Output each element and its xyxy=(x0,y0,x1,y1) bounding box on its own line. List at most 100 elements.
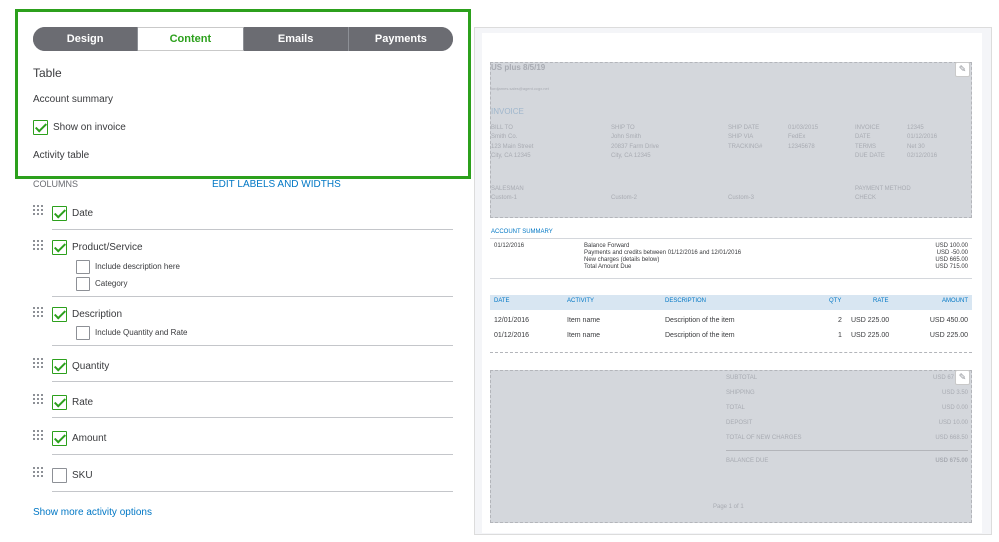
ship-to-line: City, CA 12345 xyxy=(611,153,651,159)
summary-line: Payments and credits between 01/12/2016 … xyxy=(584,250,742,256)
page-label: Page 1 of 1 xyxy=(713,504,744,510)
activity-cell: Description of the item xyxy=(665,317,735,324)
invoice-field-label: TERMS xyxy=(855,144,876,150)
category-label: Category xyxy=(95,279,128,288)
ship-to-line: 20837 Farm Drive xyxy=(611,144,660,150)
summary-amount: USD 715.00 xyxy=(935,264,968,270)
summary-amount: USD 100.00 xyxy=(935,243,968,249)
edit-labels-widths-link[interactable]: EDIT LABELS AND WIDTHS xyxy=(212,179,341,190)
rate-column-checkbox[interactable] xyxy=(52,395,67,410)
activity-cell: 01/12/2016 xyxy=(494,332,530,339)
drag-handle-icon[interactable] xyxy=(33,240,43,250)
total-label: TOTAL OF NEW CHARGES xyxy=(726,435,802,441)
product-service-column-checkbox[interactable] xyxy=(52,240,67,255)
divider xyxy=(490,352,972,353)
activity-header: RATE xyxy=(873,298,889,304)
divider xyxy=(52,381,453,382)
sku-column-label: SKU xyxy=(72,470,93,481)
date-column-checkbox[interactable] xyxy=(52,206,67,221)
category-checkbox[interactable] xyxy=(76,277,90,291)
ship-field-value: FedEx xyxy=(788,134,806,140)
ship-field-label: SHIP VIA xyxy=(728,134,754,140)
divider xyxy=(726,450,968,451)
ship-to-label: SHIP TO xyxy=(611,125,635,131)
company-name: US plus 8/5/19 xyxy=(491,63,546,72)
divider xyxy=(490,238,972,239)
divider xyxy=(52,454,453,455)
include-description-label: Include description here xyxy=(95,262,180,271)
drag-handle-icon[interactable] xyxy=(33,394,43,404)
ship-field-value: 01/03/2015 xyxy=(788,125,819,131)
amount-column-checkbox[interactable] xyxy=(52,431,67,446)
activity-header: ACTIVITY xyxy=(567,298,595,304)
show-more-activity-options-link[interactable]: Show more activity options xyxy=(33,507,152,518)
columns-label: COLUMNS xyxy=(33,179,79,189)
description-column-checkbox[interactable] xyxy=(52,307,67,322)
invoice-field-value: 02/12/2016 xyxy=(907,153,938,159)
bill-to-label: BILL TO xyxy=(491,125,513,131)
payment-method-value: CHECK xyxy=(855,195,877,201)
divider xyxy=(52,296,453,297)
drag-handle-icon[interactable] xyxy=(33,430,43,440)
drag-handle-icon[interactable] xyxy=(33,205,43,215)
invoice-field-label: DATE xyxy=(855,134,871,140)
summary-line: New charges (details below) xyxy=(584,257,660,263)
summary-amount: USD 665.00 xyxy=(935,257,968,263)
invoice-field-label: DUE DATE xyxy=(855,153,885,159)
activity-table-label: Activity table xyxy=(33,150,90,161)
custom-field: Custom-3 xyxy=(728,195,755,201)
drag-handle-icon[interactable] xyxy=(33,307,43,317)
activity-cell: 1 xyxy=(838,332,842,339)
rate-column-label: Rate xyxy=(72,397,94,408)
invoice-field-value: 01/12/2016 xyxy=(907,134,938,140)
include-description-checkbox[interactable] xyxy=(76,260,90,274)
ship-to-line: John Smith xyxy=(611,134,642,140)
invoice-field-label: INVOICE xyxy=(855,125,880,131)
activity-cell: USD 225.00 xyxy=(851,332,890,339)
activity-cell: Description of the item xyxy=(665,332,735,339)
drag-handle-icon[interactable] xyxy=(33,358,43,368)
ship-field-label: SHIP DATE xyxy=(728,125,760,131)
summary-date: 01/12/2016 xyxy=(494,243,525,249)
include-quantity-rate-checkbox[interactable] xyxy=(76,326,90,340)
pencil-icon[interactable]: ✎ xyxy=(955,62,970,77)
total-value: USD 3.50 xyxy=(941,390,968,396)
activity-cell: USD 450.00 xyxy=(929,317,968,324)
total-value: USD 10.00 xyxy=(938,420,968,426)
invoice-field-value: 12345 xyxy=(907,125,924,131)
activity-header: QTY xyxy=(829,298,842,304)
activity-header: AMOUNT xyxy=(942,298,968,304)
divider xyxy=(52,417,453,418)
summary-line: Balance Forward xyxy=(584,243,630,249)
total-label: SHIPPING xyxy=(726,390,755,396)
ship-field-label: TRACKING# xyxy=(728,144,763,150)
include-quantity-rate-label: Include Quantity and Rate xyxy=(95,328,188,337)
activity-header: DESCRIPTION xyxy=(665,298,707,304)
pencil-icon[interactable]: ✎ xyxy=(955,370,970,385)
invoice-field-value: Net 30 xyxy=(907,144,925,150)
activity-cell: USD 225.00 xyxy=(929,332,968,339)
tab-design[interactable]: Design xyxy=(33,27,139,51)
custom-field: Custom-2 xyxy=(611,195,638,201)
summary-amount: USD -50.00 xyxy=(936,250,968,256)
activity-cell: USD 225.00 xyxy=(851,317,890,324)
bill-to-line: 123 Main Street xyxy=(491,144,534,150)
ship-field-value: 12345678 xyxy=(788,144,815,150)
sku-column-checkbox[interactable] xyxy=(52,468,67,483)
tab-payments[interactable]: Payments xyxy=(348,27,453,51)
activity-cell: 12/01/2016 xyxy=(494,317,530,324)
summary-line: Total Amount Due xyxy=(584,264,632,270)
show-on-invoice-checkbox[interactable] xyxy=(33,120,48,135)
activity-table-header xyxy=(490,295,972,310)
quantity-column-checkbox[interactable] xyxy=(52,359,67,374)
total-value: USD 0.00 xyxy=(941,405,968,411)
total-label: DEPOSIT xyxy=(726,420,753,426)
divider xyxy=(52,345,453,346)
salesman-label: SALESMAN xyxy=(491,186,524,192)
tab-emails[interactable]: Emails xyxy=(243,27,349,51)
tab-content[interactable]: Content xyxy=(138,27,244,51)
quantity-column-label: Quantity xyxy=(72,361,110,372)
balance-due-label: BALANCE DUE xyxy=(726,458,769,464)
account-summary-label: Account summary xyxy=(33,94,114,105)
drag-handle-icon[interactable] xyxy=(33,467,43,477)
